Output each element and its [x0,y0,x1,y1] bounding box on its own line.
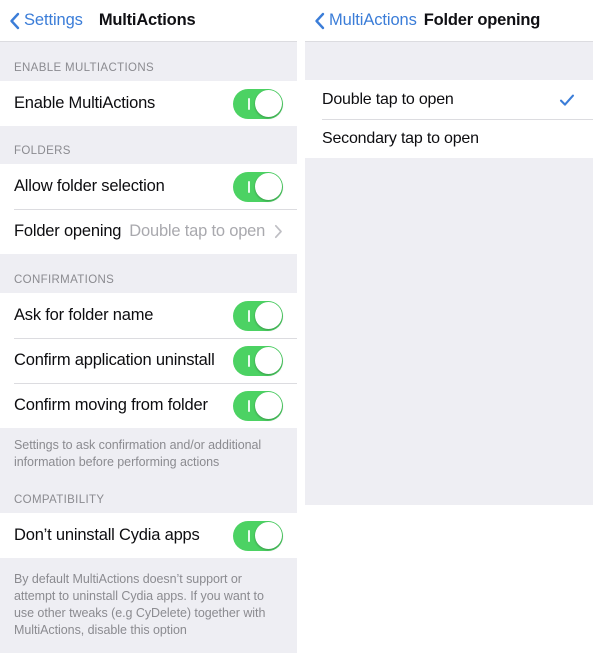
row-label: Folder opening [14,222,122,240]
toggle-confirm-application-uninstall[interactable] [233,345,283,376]
section-confirmations: Ask for folder name Confirm application … [0,293,297,428]
section-footer-compatibility: By default MultiActions doesn’t support … [0,558,297,643]
row-folder-opening[interactable]: Folder opening Double tap to open [0,209,297,254]
section-folders: Allow folder selection Folder opening Do… [0,164,297,254]
folder-opening-options-group: Double tap to open Secondary tap to open [305,80,593,158]
left-page-title: MultiActions [98,11,196,29]
toggle-knob [254,347,282,374]
section-header-compatibility: COMPATIBILITY [0,486,297,513]
section-header-confirmations: CONFIRMATIONS [0,254,297,293]
toggle-on-indicator-icon [248,399,250,412]
right-page-title: Folder opening [423,11,541,29]
toggle-confirm-moving-from-folder[interactable] [233,390,283,421]
back-to-settings-button[interactable]: Settings [9,0,83,41]
option-double-tap-to-open[interactable]: Double tap to open [305,80,593,119]
options-bottom-spacer [305,158,593,505]
toggle-knob [254,173,282,200]
chevron-left-icon [10,12,20,29]
row-allow-folder-selection[interactable]: Allow folder selection [0,164,297,209]
toggle-knob [254,522,282,549]
toggle-enable-multiactions[interactable] [233,88,283,119]
checkmark-icon [559,94,575,106]
section-header-folders: FOLDERS [0,126,297,164]
settings-split-view: Settings MultiActions ENABLE MULTIACTION… [0,0,593,653]
row-label: Ask for folder name [14,306,154,324]
options-top-spacer [305,42,593,80]
back-button-label: Settings [24,11,83,29]
row-label: Confirm application uninstall [14,351,215,369]
row-dont-uninstall-cydia-apps[interactable]: Don’t uninstall Cydia apps [0,513,297,558]
chevron-right-icon [275,224,282,239]
row-label: Enable MultiActions [14,94,156,112]
right-panel-tail [305,505,593,653]
toggle-on-indicator-icon [248,180,250,193]
section-footer-confirmations: Settings to ask confirmation and/or addi… [0,428,297,486]
toggle-dont-uninstall-cydia-apps[interactable] [233,520,283,551]
toggle-on-indicator-icon [248,529,250,542]
back-to-multiactions-button[interactable]: MultiActions [314,0,417,41]
folder-opening-panel: MultiActions Folder opening Double tap t… [305,0,593,653]
section-compatibility: Don’t uninstall Cydia apps [0,513,297,558]
row-detail-value: Double tap to open [129,222,266,240]
toggle-allow-folder-selection[interactable] [233,171,283,202]
row-label: Confirm moving from folder [14,396,208,414]
panel-divider [297,0,305,653]
toggle-on-indicator-icon [248,97,250,110]
back-button-label: MultiActions [329,11,417,29]
row-label: Don’t uninstall Cydia apps [14,526,200,544]
toggle-on-indicator-icon [248,309,250,322]
row-enable-multiactions[interactable]: Enable MultiActions [0,81,297,126]
chevron-left-icon [315,12,325,29]
row-confirm-application-uninstall[interactable]: Confirm application uninstall [0,338,297,383]
toggle-ask-for-folder-name[interactable] [233,300,283,331]
section-enable-multiactions: Enable MultiActions [0,81,297,126]
row-ask-for-folder-name[interactable]: Ask for folder name [0,293,297,338]
left-navbar: Settings MultiActions [0,0,297,42]
toggle-knob [254,302,282,329]
section-header-enable-multiactions: ENABLE MULTIACTIONS [0,42,297,81]
option-label: Secondary tap to open [322,129,479,147]
multiactions-settings-panel: Settings MultiActions ENABLE MULTIACTION… [0,0,297,653]
toggle-on-indicator-icon [248,354,250,367]
option-label: Double tap to open [322,90,454,108]
row-confirm-moving-from-folder[interactable]: Confirm moving from folder [0,383,297,428]
toggle-knob [254,90,282,117]
toggle-knob [254,392,282,419]
right-navbar: MultiActions Folder opening [305,0,593,42]
option-secondary-tap-to-open[interactable]: Secondary tap to open [305,119,593,158]
row-label: Allow folder selection [14,177,165,195]
